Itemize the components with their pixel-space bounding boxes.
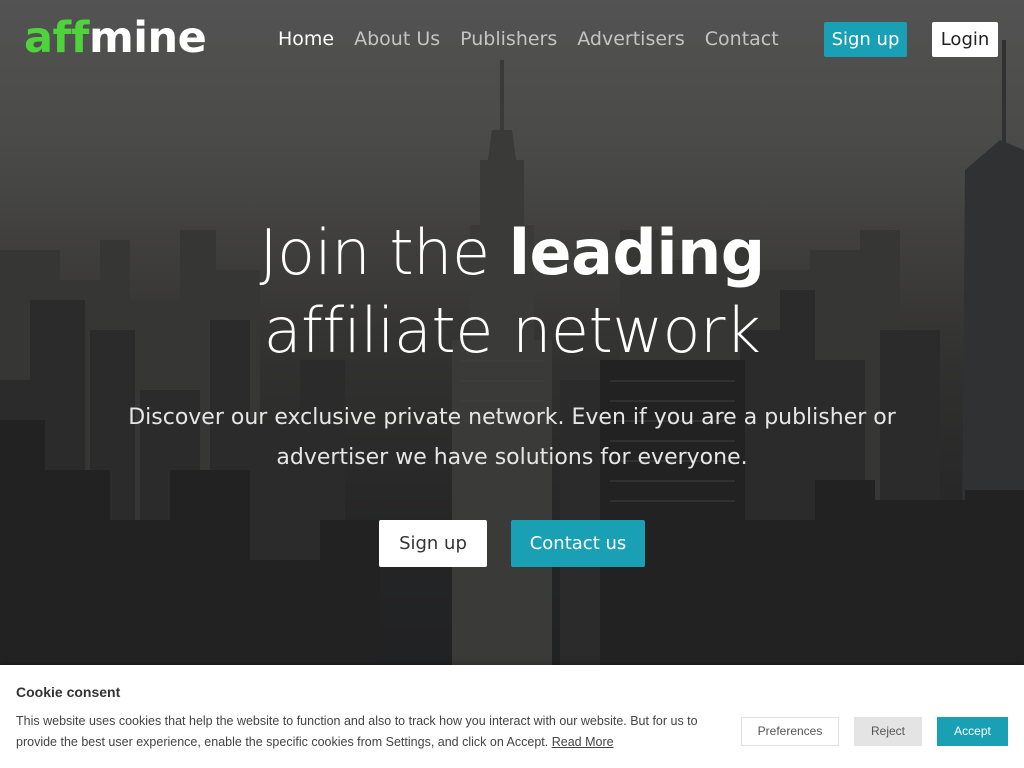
logo-mine: mine <box>88 13 207 63</box>
hero-signup-button[interactable]: Sign up <box>379 520 487 567</box>
cookie-accept-button[interactable]: Accept <box>937 717 1008 746</box>
hero-contact-button[interactable]: Contact us <box>511 520 645 567</box>
nav-link-advertisers[interactable]: Advertisers <box>577 25 685 53</box>
nav-link-about-us[interactable]: About Us <box>354 25 440 53</box>
nav-link-publishers[interactable]: Publishers <box>460 25 557 53</box>
hero-headline: Join the leading affiliate network <box>0 214 1024 370</box>
headline-emphasis: leading <box>508 216 765 289</box>
nav-login-button[interactable]: Login <box>932 22 998 57</box>
headline-text: Join the <box>259 216 509 289</box>
cookie-read-more-link[interactable]: Read More <box>552 735 614 749</box>
cookie-title: Cookie consent <box>16 684 121 700</box>
hero-overlay <box>0 0 1024 768</box>
nav-link-home[interactable]: Home <box>278 25 334 53</box>
affmine-logo[interactable]: affmine <box>24 12 207 64</box>
cookie-preferences-button[interactable]: Preferences <box>741 717 839 746</box>
nav-signup-button[interactable]: Sign up <box>824 22 907 57</box>
logo-aff: aff <box>24 13 89 63</box>
cookie-description: This website uses cookies that help the … <box>16 711 716 753</box>
hero-background <box>0 0 1024 768</box>
nav-links: Home About Us Publishers Advertisers Con… <box>268 25 789 53</box>
hero-subtext: Discover our exclusive private network. … <box>128 405 896 470</box>
cookie-reject-button[interactable]: Reject <box>854 717 922 746</box>
headline-line-2: affiliate network <box>263 294 761 367</box>
cookie-consent-banner: Cookie consent This website uses cookies… <box>0 665 1024 768</box>
headline-line-1: Join the leading <box>0 214 1024 292</box>
nav-link-contact[interactable]: Contact <box>705 25 779 53</box>
top-navigation: affmine Home About Us Publishers Adverti… <box>0 0 1024 80</box>
